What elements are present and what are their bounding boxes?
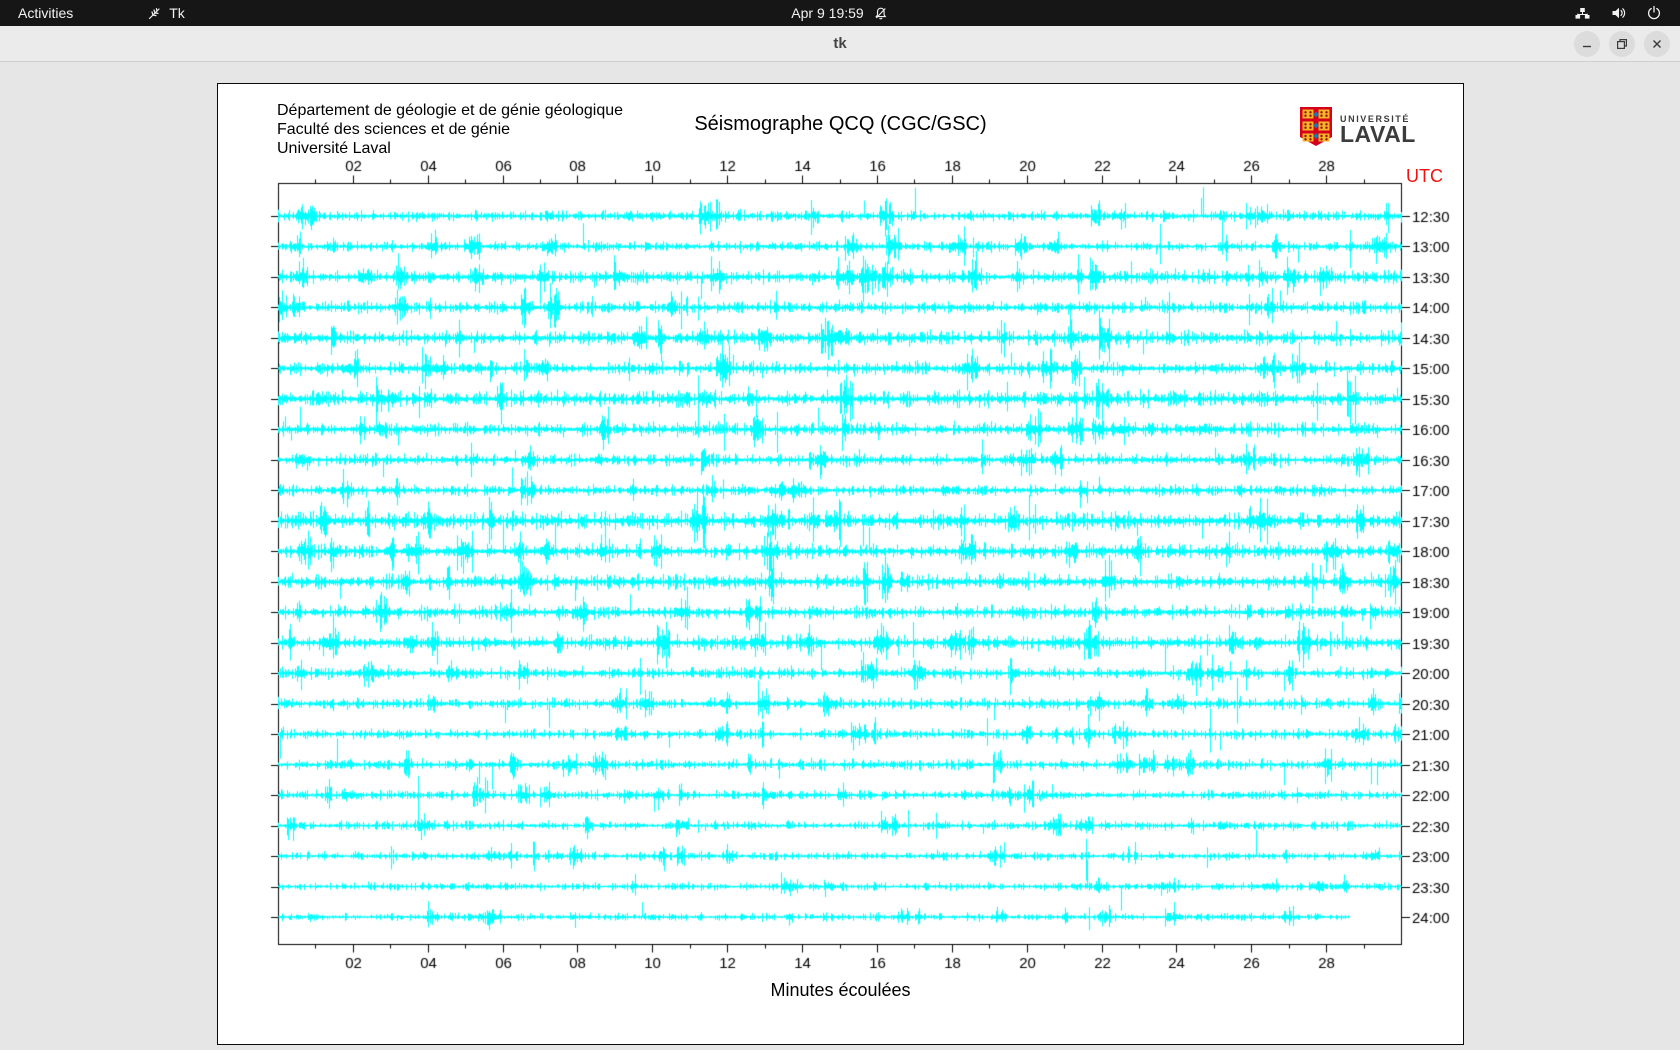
app-menu[interactable]: Tk [147, 0, 185, 26]
activities-button[interactable]: Activities [18, 0, 73, 26]
speaker-icon [1610, 5, 1627, 21]
window-titlebar[interactable]: tk [0, 26, 1680, 62]
window-title: tk [833, 35, 847, 52]
utc-label: UTC [1406, 166, 1443, 186]
institution-line-3: Université Laval [277, 140, 391, 157]
maximize-restore-icon [1616, 38, 1628, 50]
close-button[interactable] [1644, 31, 1670, 57]
close-icon [1651, 38, 1663, 50]
clock-label: Apr 9 19:59 [791, 5, 864, 21]
bell-muted-icon [874, 6, 889, 21]
seismograph-canvas-area: Département de géologie et de génie géol… [217, 83, 1465, 1046]
universite-laval-logo: UNIVERSITÉ LAVAL [1299, 106, 1416, 152]
system-status-area[interactable] [1574, 0, 1680, 26]
x-axis-title: Minutes écoulées [770, 980, 911, 1000]
logo-laval-text: LAVAL [1340, 120, 1416, 147]
clock-menu[interactable]: Apr 9 19:59 [791, 0, 888, 26]
minimize-button[interactable] [1574, 31, 1600, 57]
activities-label: Activities [18, 5, 74, 21]
laval-shield-icon [1299, 106, 1333, 152]
maximize-button[interactable] [1609, 31, 1635, 57]
tk-feather-icon [147, 6, 162, 21]
minimize-icon [1581, 38, 1593, 50]
network-tree-icon [1574, 5, 1591, 21]
seismograph-plot [218, 84, 1465, 1046]
window-content: Département de géologie et de génie géol… [0, 63, 1680, 1050]
plot-title: Séismographe QCQ (CGC/GSC) [694, 113, 987, 135]
power-icon [1646, 5, 1662, 21]
app-menu-label: Tk [169, 5, 185, 21]
desktop-screen: Activities Tk Apr 9 19:59 tk Département… [0, 0, 1680, 1050]
gnome-top-bar: Activities Tk Apr 9 19:59 [0, 0, 1680, 26]
